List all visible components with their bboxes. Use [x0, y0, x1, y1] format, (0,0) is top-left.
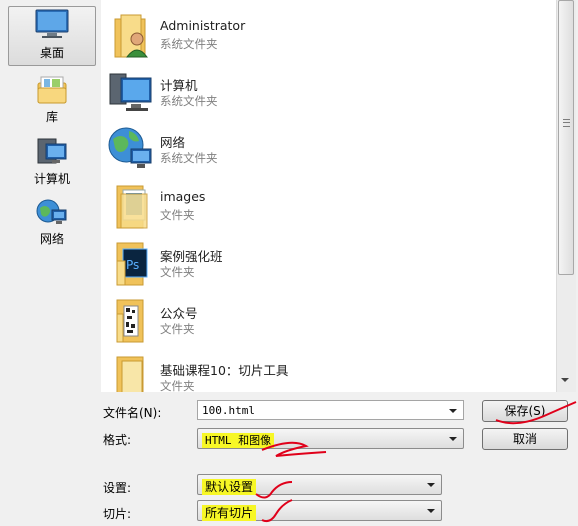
format-select[interactable]: HTML 和图像 [197, 428, 464, 449]
filename-value: 100.html [202, 404, 255, 417]
slices-value: 所有切片 [202, 505, 257, 521]
places-bar: 桌面 库 计算机 网络 [0, 0, 101, 392]
list-item[interactable]: Ps 案例强化班 文件夹 [101, 237, 556, 294]
scrollbar-thumb[interactable] [558, 0, 574, 275]
place-network[interactable]: 网络 [8, 196, 96, 248]
computer-icon [37, 138, 67, 164]
list-item[interactable]: 计算机 系统文件夹 [101, 66, 556, 123]
cancel-button[interactable]: 取消 [482, 428, 568, 450]
network-globe-icon [108, 127, 152, 168]
save-button[interactable]: 保存(S) [482, 400, 568, 422]
list-item[interactable]: 网络 系统文件夹 [101, 123, 556, 180]
place-desktop[interactable]: 桌面 [8, 6, 96, 66]
chevron-down-icon[interactable] [427, 483, 435, 487]
file-name: 计算机 [160, 78, 198, 93]
network-icon [36, 199, 67, 224]
file-type: 文件夹 [160, 379, 195, 392]
place-label: 库 [45, 110, 58, 124]
file-type: 系统文件夹 [160, 151, 218, 165]
svg-text:Ps: Ps [126, 258, 139, 272]
settings-select[interactable]: 默认设置 [197, 474, 442, 495]
file-name: 公众号 [160, 306, 198, 321]
list-item[interactable]: Administrator 系统文件夹 [101, 9, 556, 66]
scroll-down-arrow-icon[interactable] [561, 378, 569, 382]
place-label: 计算机 [33, 172, 70, 186]
file-type: 文件夹 [160, 322, 195, 336]
filename-label: 文件名(N): [103, 406, 162, 420]
photoshop-folder-icon: Ps [116, 242, 148, 286]
vertical-scrollbar[interactable] [556, 0, 576, 392]
slices-label: 切片: [103, 507, 132, 521]
slices-select[interactable]: 所有切片 [197, 500, 442, 521]
file-name: images [160, 189, 206, 204]
format-label: 格式: [103, 433, 132, 447]
folder-icon [116, 185, 148, 229]
folder-icon [116, 356, 144, 392]
file-type: 系统文件夹 [160, 94, 218, 108]
place-label: 桌面 [39, 46, 64, 60]
list-item[interactable]: 公众号 文件夹 [101, 294, 556, 351]
file-type: 文件夹 [160, 208, 195, 222]
format-value: HTML 和图像 [202, 433, 275, 448]
place-computer[interactable]: 计算机 [8, 136, 96, 188]
folder-icon [116, 299, 144, 343]
file-type: 文件夹 [160, 265, 195, 279]
list-item[interactable]: 基础课程10：切片工具 文件夹 [101, 351, 556, 392]
settings-value: 默认设置 [202, 479, 257, 495]
place-label: 网络 [39, 232, 64, 246]
list-item[interactable]: images 文件夹 [101, 180, 556, 237]
chevron-down-icon[interactable] [427, 509, 435, 513]
chevron-down-icon[interactable] [449, 409, 457, 413]
file-name: Administrator [160, 18, 246, 33]
computer-icon [109, 73, 152, 111]
file-list[interactable]: Administrator 系统文件夹 计算机 系统文件夹 网络 系统文件夹 i… [101, 0, 556, 392]
place-library[interactable]: 库 [8, 74, 96, 126]
file-type: 系统文件夹 [160, 37, 218, 51]
desktop-icon [35, 9, 69, 38]
chevron-down-icon[interactable] [449, 437, 457, 441]
file-name: 基础课程10：切片工具 [160, 363, 289, 378]
user-folder-icon [114, 14, 148, 58]
file-name: 案例强化班 [160, 249, 223, 264]
library-icon [37, 76, 67, 104]
filename-field[interactable]: 100.html [197, 400, 464, 420]
file-name: 网络 [160, 135, 186, 150]
settings-label: 设置: [103, 481, 132, 495]
